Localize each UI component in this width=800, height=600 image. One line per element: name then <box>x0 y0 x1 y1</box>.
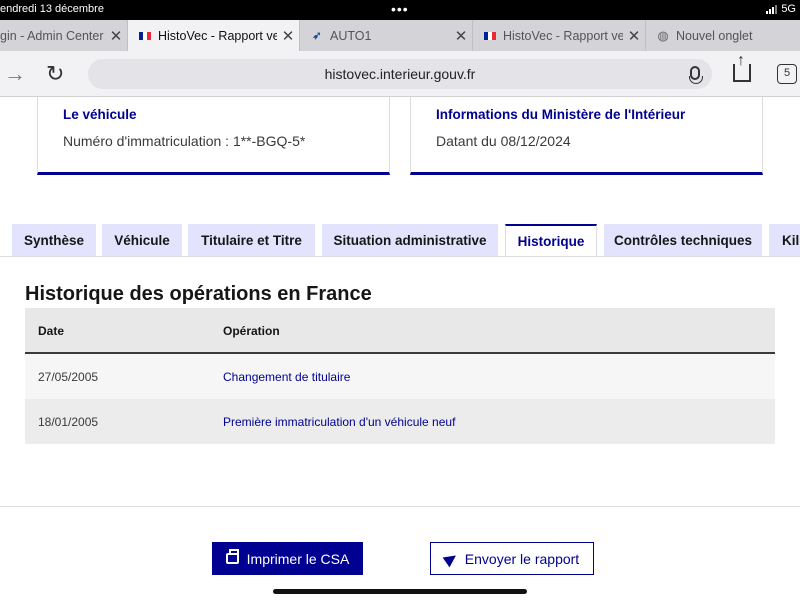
table-row: 27/05/2005 Changement de titulaire <box>25 354 775 399</box>
status-date: endredi 13 décembre <box>0 3 104 15</box>
tab-vehicule[interactable]: Véhicule <box>102 224 182 257</box>
browser-tab-title: Nouvel onglet <box>676 28 753 43</box>
table-header: Date Opération <box>25 308 775 354</box>
tab-kilometrage[interactable]: Kil <box>769 224 800 257</box>
browser-tab[interactable]: ➶ AUTO1 ✕ <box>300 20 473 51</box>
print-csa-label: Imprimer le CSA <box>246 550 350 567</box>
share-icon[interactable] <box>733 52 751 82</box>
french-flag-icon <box>138 29 152 43</box>
card-title: Informations du Ministère de l'Intérieur <box>436 107 686 122</box>
printer-icon <box>225 549 239 564</box>
url-text: histovec.interieur.gouv.fr <box>324 66 476 82</box>
browser-tab-title: HistoVec - Rapport ve <box>503 28 623 43</box>
globe-icon: ◍ <box>657 27 669 43</box>
signal-bars-icon <box>766 4 778 14</box>
tab-titulaire-et-titre[interactable]: Titulaire et Titre <box>188 224 315 257</box>
section-heading: Historique des opérations en France <box>25 283 372 305</box>
address-bar[interactable]: histovec.interieur.gouv.fr <box>88 59 712 89</box>
column-header-date: Date <box>38 324 65 338</box>
browser-tab-title: gin - Admin Center <box>0 28 104 43</box>
home-indicator[interactable] <box>273 589 527 594</box>
reload-icon[interactable]: ↻ <box>46 61 64 87</box>
browser-toolbar: → ↻ histovec.interieur.gouv.fr 5 <box>0 51 800 97</box>
send-report-button[interactable]: Envoyer le rapport <box>430 542 594 575</box>
network-type: 5G <box>781 3 796 15</box>
send-report-label: Envoyer le rapport <box>464 550 580 567</box>
send-icon <box>442 550 460 567</box>
row-date: 27/05/2005 <box>38 370 99 384</box>
ministry-info-card: Informations du Ministère de l'Intérieur… <box>410 97 763 175</box>
browser-tab-title: AUTO1 <box>330 28 372 43</box>
tab-controles-techniques[interactable]: Contrôles techniques <box>604 224 762 257</box>
print-csa-button[interactable]: Imprimer le CSA <box>212 542 363 575</box>
browser-tab[interactable]: gin - Admin Center ✕ <box>0 20 128 51</box>
history-table: Date Opération 27/05/2005 Changement de … <box>25 308 775 444</box>
tab-count-button[interactable]: 5 <box>777 64 797 84</box>
card-title: Le véhicule <box>63 107 137 122</box>
row-operation: Changement de titulaire <box>223 370 351 384</box>
signal-indicator: 5G <box>766 3 796 15</box>
vehicle-card: Le véhicule Numéro d'immatriculation : 1… <box>37 97 390 175</box>
french-flag-icon <box>483 29 497 43</box>
close-icon[interactable]: ✕ <box>450 27 472 45</box>
column-header-operation: Opération <box>223 324 280 338</box>
tab-synthese[interactable]: Synthèse <box>12 224 96 257</box>
browser-tab-title: HistoVec - Rapport ve <box>158 28 277 43</box>
status-bar: endredi 13 décembre ••• 5G <box>0 0 800 20</box>
forward-icon[interactable]: → <box>4 61 26 87</box>
close-icon[interactable]: ✕ <box>277 27 299 45</box>
row-operation: Première immatriculation d'un véhicule n… <box>223 415 456 429</box>
tab-historique[interactable]: Historique <box>505 224 597 257</box>
card-value: Numéro d'immatriculation : 1**-BGQ-5* <box>63 133 306 149</box>
table-row: 18/01/2005 Première immatriculation d'un… <box>25 399 775 444</box>
card-value: Datant du 08/12/2024 <box>436 133 571 149</box>
microphone-icon[interactable] <box>689 66 703 84</box>
tab-situation-administrative[interactable]: Situation administrative <box>322 224 498 257</box>
row-date: 18/01/2005 <box>38 415 99 429</box>
auto1-logo-icon: ➶ <box>312 30 322 42</box>
multitasking-dots-icon[interactable]: ••• <box>391 1 409 17</box>
close-icon[interactable]: ✕ <box>105 27 127 45</box>
browser-tab[interactable]: HistoVec - Rapport ve ✕ <box>473 20 646 51</box>
browser-tab[interactable]: ◍ Nouvel onglet <box>646 20 800 51</box>
browser-tab-active[interactable]: HistoVec - Rapport ve ✕ <box>128 20 300 51</box>
report-tabs: Synthèse Véhicule Titulaire et Titre Sit… <box>0 224 800 257</box>
close-icon[interactable]: ✕ <box>623 27 645 45</box>
browser-tab-bar: gin - Admin Center ✕ HistoVec - Rapport … <box>0 20 800 51</box>
